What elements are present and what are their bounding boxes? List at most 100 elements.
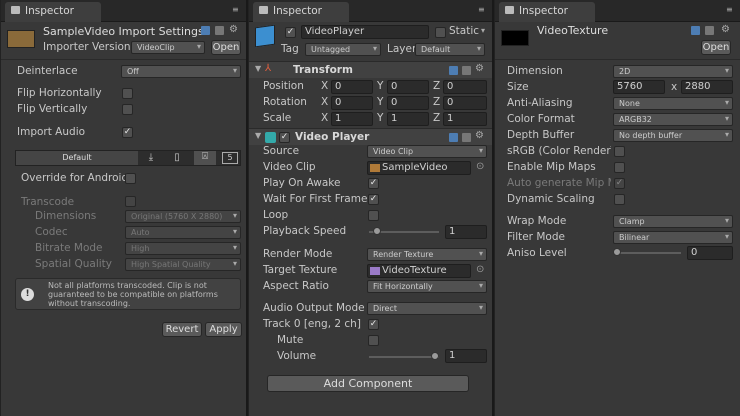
- wrap-mode-dropdown[interactable]: Clamp: [613, 215, 733, 228]
- revert-button[interactable]: Revert: [162, 322, 202, 337]
- flip-horizontally-checkbox[interactable]: [122, 88, 133, 99]
- import-audio-checkbox[interactable]: ✓: [122, 127, 133, 138]
- axis-y-label: Y: [377, 112, 384, 124]
- render-mode-dropdown[interactable]: Render Texture: [367, 248, 487, 261]
- tab-menu-icon[interactable]: ≡: [726, 6, 734, 14]
- rotation-y-field[interactable]: 0: [387, 96, 429, 110]
- mobile-icon[interactable]: ▯: [168, 152, 186, 164]
- codec-label: Codec: [35, 226, 68, 238]
- volume-slider-track[interactable]: [369, 356, 439, 358]
- color-format-label: Color Format: [507, 113, 575, 125]
- video-clip-field[interactable]: SampleVideo: [367, 161, 471, 175]
- importer-version-label: Importer Version: [43, 41, 131, 53]
- flip-vertically-checkbox[interactable]: [122, 104, 133, 115]
- aspect-ratio-dropdown[interactable]: Fit Horizontally: [367, 280, 487, 293]
- source-dropdown[interactable]: Video Clip: [367, 145, 487, 158]
- playback-speed-field[interactable]: 1: [445, 225, 487, 239]
- help-icon[interactable]: [449, 133, 458, 142]
- html5-icon[interactable]: 5: [222, 152, 238, 164]
- dynamic-scaling-checkbox[interactable]: [614, 194, 625, 205]
- object-name-field[interactable]: VideoPlayer: [301, 25, 429, 39]
- tab-menu-icon[interactable]: ≡: [478, 6, 486, 14]
- help-icon[interactable]: [691, 26, 700, 35]
- depth-buffer-dropdown[interactable]: No depth buffer: [613, 129, 733, 142]
- enable-mip-maps-checkbox[interactable]: [614, 162, 625, 173]
- add-component-button[interactable]: Add Component: [267, 375, 469, 392]
- axis-z-label: Z: [433, 96, 441, 108]
- deinterlace-label: Deinterlace: [17, 65, 78, 77]
- anti-aliasing-dropdown[interactable]: None: [613, 97, 733, 110]
- foldout-arrow-icon[interactable]: ▼: [255, 64, 261, 73]
- track-enabled-checkbox[interactable]: ✓: [368, 319, 379, 330]
- tab-bar: Inspector ≡: [249, 0, 492, 22]
- aniso-level-field[interactable]: 0: [687, 246, 733, 260]
- platform-tab-default[interactable]: Default: [16, 151, 138, 165]
- object-picker-icon[interactable]: ⊙: [476, 161, 484, 172]
- target-texture-field[interactable]: VideoTexture: [367, 264, 471, 278]
- wrap-mode-label: Wrap Mode: [507, 215, 567, 227]
- static-dropdown-icon[interactable]: ▾: [481, 26, 485, 35]
- scale-y-field[interactable]: 1: [387, 112, 429, 126]
- mute-checkbox[interactable]: [368, 335, 379, 346]
- tab-inspector[interactable]: Inspector: [253, 2, 349, 22]
- inspector-icon: [259, 6, 268, 14]
- help-icon[interactable]: [449, 66, 458, 75]
- dimension-dropdown[interactable]: 2D: [613, 65, 733, 78]
- tab-menu-icon[interactable]: ≡: [232, 6, 240, 14]
- open-button[interactable]: Open: [211, 40, 241, 55]
- filter-mode-dropdown[interactable]: Bilinear: [613, 231, 733, 244]
- position-z-field[interactable]: 0: [443, 80, 487, 94]
- layer-dropdown[interactable]: Default: [415, 43, 485, 56]
- position-x-field[interactable]: 0: [331, 80, 373, 94]
- apply-button[interactable]: Apply: [205, 322, 242, 337]
- bitrate-mode-label: Bitrate Mode: [35, 242, 103, 254]
- preset-icon[interactable]: [462, 66, 471, 75]
- srgb-checkbox[interactable]: [614, 146, 625, 157]
- deinterlace-dropdown[interactable]: Off: [121, 65, 241, 78]
- loop-checkbox[interactable]: [368, 210, 379, 221]
- object-picker-icon[interactable]: ⊙: [476, 264, 484, 275]
- gear-icon[interactable]: ⚙: [475, 130, 484, 141]
- scale-x-field[interactable]: 1: [331, 112, 373, 126]
- audio-output-mode-dropdown[interactable]: Direct: [367, 302, 487, 315]
- importer-version-dropdown[interactable]: VideoClip: [131, 41, 205, 54]
- wait-first-frame-checkbox[interactable]: ✓: [368, 194, 379, 205]
- video-player-header[interactable]: ▼ ✓ Video Player ⚙: [249, 128, 492, 145]
- volume-slider-handle[interactable]: [431, 352, 439, 360]
- position-y-field[interactable]: 0: [387, 80, 429, 94]
- size-width-field[interactable]: 5760: [613, 80, 665, 94]
- gear-icon[interactable]: ⚙: [229, 24, 238, 35]
- rotation-z-field[interactable]: 0: [443, 96, 487, 110]
- color-format-dropdown[interactable]: ARGB32: [613, 113, 733, 126]
- aniso-level-slider-track[interactable]: [615, 252, 681, 254]
- tag-dropdown[interactable]: Untagged: [305, 43, 381, 56]
- tab-inspector[interactable]: Inspector: [499, 2, 595, 22]
- transform-header[interactable]: ▼ ⅄ Transform ⚙: [249, 61, 492, 78]
- rotation-x-field[interactable]: 0: [331, 96, 373, 110]
- foldout-arrow-icon[interactable]: ▼: [255, 131, 261, 140]
- download-icon[interactable]: ⤓: [142, 152, 160, 164]
- video-player-enabled-checkbox[interactable]: ✓: [279, 132, 290, 143]
- static-checkbox[interactable]: [435, 27, 446, 38]
- size-height-field[interactable]: 2880: [681, 80, 733, 94]
- preset-icon[interactable]: [462, 133, 471, 142]
- preset-icon[interactable]: [705, 26, 714, 35]
- help-icon[interactable]: [201, 26, 210, 35]
- tab-inspector[interactable]: Inspector: [5, 2, 101, 22]
- playback-speed-slider-handle[interactable]: [373, 227, 381, 235]
- active-checkbox[interactable]: ✓: [285, 27, 296, 38]
- open-button[interactable]: Open: [701, 40, 731, 55]
- override-android-checkbox[interactable]: [125, 173, 136, 184]
- scale-z-field[interactable]: 1: [443, 112, 487, 126]
- gear-icon[interactable]: ⚙: [475, 63, 484, 74]
- spatial-quality-dropdown: High Spatial Quality: [125, 258, 241, 271]
- play-on-awake-checkbox[interactable]: ✓: [368, 178, 379, 189]
- transcode-label: Transcode: [21, 196, 75, 208]
- preset-icon[interactable]: [215, 26, 224, 35]
- android-icon[interactable]: ⍓: [194, 151, 216, 165]
- volume-field[interactable]: 1: [445, 349, 487, 363]
- mute-label: Mute: [277, 334, 304, 346]
- aniso-level-slider-handle[interactable]: [613, 248, 621, 256]
- play-on-awake-label: Play On Awake: [263, 177, 341, 189]
- gear-icon[interactable]: ⚙: [721, 24, 730, 35]
